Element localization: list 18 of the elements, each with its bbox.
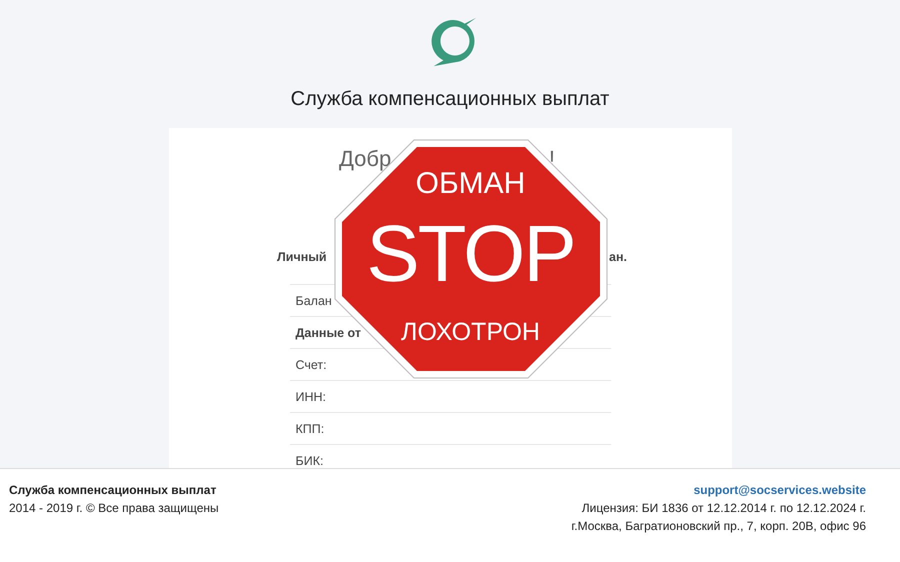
table-label: ИНН: xyxy=(296,390,326,404)
heading-text: Добр xyxy=(339,145,392,173)
site-title: Служба компенсационных выплат xyxy=(290,87,610,112)
sign-text: STOP xyxy=(366,209,575,299)
footer-title: Служба компенсационных выплат xyxy=(9,483,218,497)
license-text: Лицензия: БИ 1836 от 12.12.2014 г. по 12.12.2024 г. xyxy=(582,501,866,515)
table-label: КПП: xyxy=(296,422,324,436)
copyright-text: 2014 - 2019 г. © Все права защищены xyxy=(9,501,219,515)
email-link[interactable]: support@socservices.website xyxy=(694,483,866,497)
sign-text: ОБМАН xyxy=(416,167,526,201)
address-text: г.Москва, Багратионовский пр., 7, корп. 20В, офис 96 xyxy=(571,519,866,533)
sign-text: ЛОХОТРОН xyxy=(401,317,540,347)
table-label: Балан xyxy=(296,294,332,308)
subtitle-text: ан. xyxy=(609,250,627,264)
table-label: Счет: xyxy=(296,358,327,372)
table-label: Данные от xyxy=(296,326,362,340)
subtitle-text: Личный xyxy=(277,250,327,264)
table-label: БИК: xyxy=(296,454,324,468)
